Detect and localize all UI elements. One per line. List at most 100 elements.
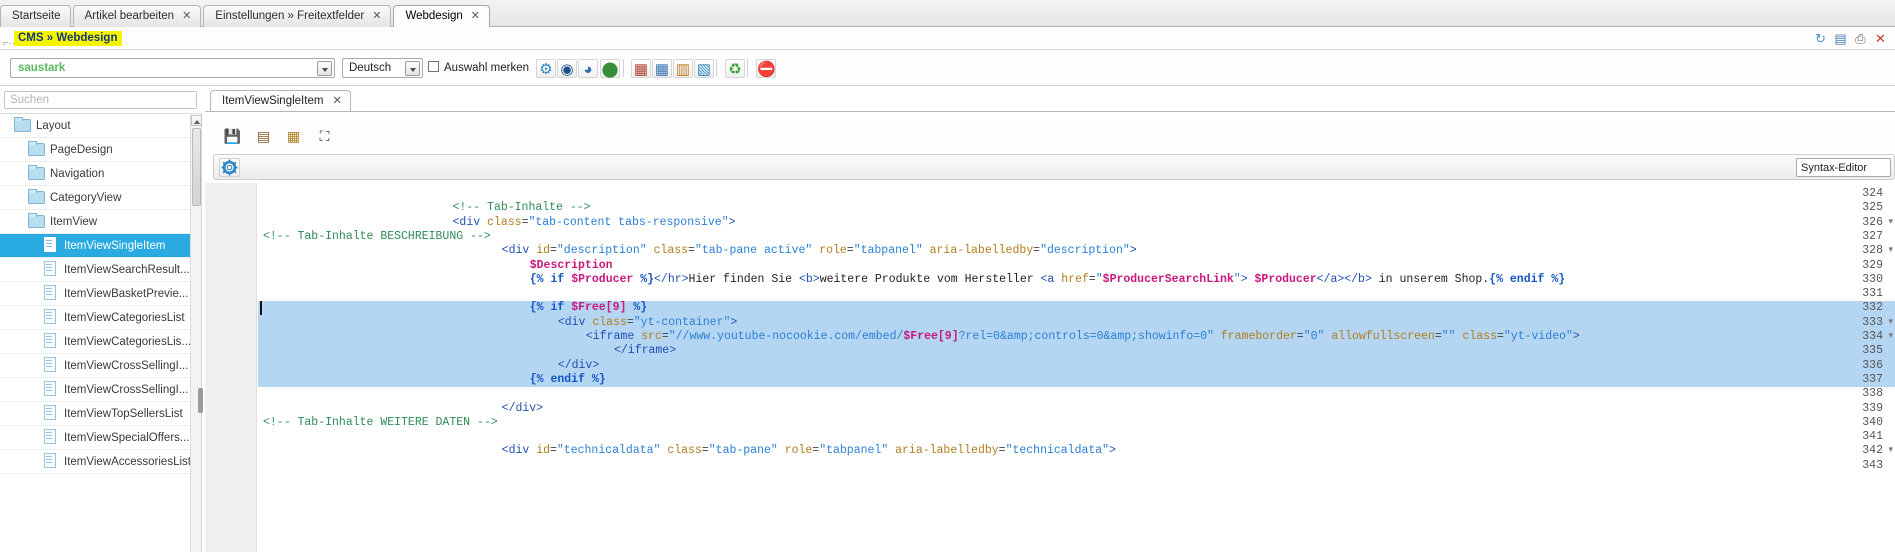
code-token-attr: src (641, 330, 662, 343)
sidebar-item-itemviewsingleitem[interactable]: ItemViewSingleItem (0, 234, 201, 258)
code-fold-toggle-icon[interactable]: ▾ (1888, 244, 1893, 258)
sidebar-item-pagedesign[interactable]: PageDesign (0, 138, 201, 162)
code-line[interactable]: <div class="tab-content tabs-responsive"… (453, 216, 736, 230)
recycle-icon[interactable]: ♻ (725, 59, 745, 78)
close-icon[interactable]: ✕ (471, 6, 480, 27)
editor-tab-itemviewsingleitem[interactable]: ItemViewSingleItem ✕ (210, 90, 352, 112)
block-icon[interactable]: ⛔ (756, 59, 776, 78)
theme-select[interactable]: saustark (10, 58, 335, 78)
code-line[interactable]: <!-- Tab-Inhalte --> (453, 201, 591, 215)
add-box-icon[interactable]: ▥ (673, 59, 693, 78)
code-line[interactable]: <div class="yt-container"> (558, 316, 737, 330)
selection-toolbar: saustark Deutsch Auswahl merken (0, 50, 1895, 86)
print-icon[interactable]: ⎙ (1852, 31, 1869, 47)
add-page-icon[interactable]: ▧ (694, 59, 714, 78)
preview-eye-icon[interactable]: ◉ (557, 59, 577, 78)
sidebar-item-categoryview[interactable]: CategoryView (0, 186, 201, 210)
chevron-down-icon[interactable] (405, 61, 420, 76)
code-fold-toggle-icon[interactable]: ▾ (1888, 444, 1893, 458)
code-fold-toggle-icon[interactable]: ▾ (1888, 216, 1893, 230)
code-line[interactable]: <iframe src="//www.youtube-nocookie.com/… (586, 330, 1580, 344)
settings-gear-icon[interactable]: ⚙ (536, 59, 556, 78)
scrollbar-thumb[interactable] (198, 388, 203, 413)
template-tree[interactable]: Layout PageDesign Navigation CategoryView It… (0, 114, 202, 552)
code-line[interactable]: </div> (558, 359, 599, 373)
code-line[interactable]: {% endif %} (530, 373, 606, 387)
sidebar-item-itemviewcrosssellingi[interactable]: ItemViewCrossSellingI... (0, 378, 201, 402)
add-container-icon[interactable]: ▦ (652, 59, 672, 78)
code-token-kw2: {% (529, 372, 551, 386)
code-editor[interactable]: 324 325 <!-- Tab-Inhalte --> 326 ▾ <div class… (205, 183, 1895, 552)
close-icon[interactable]: ✕ (332, 95, 342, 107)
fullscreen-button[interactable]: ⛶ (314, 126, 335, 146)
scroll-up-button[interactable] (191, 115, 202, 126)
code-token-var: $Producer (571, 272, 634, 286)
code-fold-toggle-icon[interactable]: ▾ (1888, 316, 1893, 330)
toolbar-separator (623, 59, 624, 77)
code-fold-toggle-icon[interactable]: ▾ (1888, 330, 1893, 344)
sidebar-item-itemviewspecialoffers[interactable]: ItemViewSpecialOffers... (0, 426, 201, 450)
refresh-icon[interactable]: ↻ (1812, 31, 1829, 47)
sidebar-item-navigation[interactable]: Navigation (0, 162, 201, 186)
window-icon[interactable]: ▤ (1832, 31, 1849, 47)
chevron-down-icon[interactable] (317, 61, 332, 76)
code-token-kw: endif (550, 372, 585, 386)
globe-export-icon[interactable]: ⬤ (600, 59, 620, 78)
browser-tab-4[interactable]: Webdesign ✕ (393, 5, 491, 27)
sidebar-item-layout[interactable]: Layout (0, 114, 201, 138)
code-line[interactable]: </iframe> (614, 344, 676, 358)
browser-tab-3[interactable]: Einstellungen » Freitextfelder ✕ (203, 5, 392, 27)
sidebar-item-itemviewtopsellerslist[interactable]: ItemViewTopSellersList (0, 402, 201, 426)
code-line[interactable]: <!-- Tab-Inhalte WEITERE DATEN --> (263, 416, 498, 430)
line-number: 327 (1862, 229, 1883, 243)
file-icon (42, 381, 57, 396)
code-token-punct: = (846, 244, 854, 258)
sidebar-item-itemview[interactable]: ItemView (0, 210, 201, 234)
code-line[interactable]: <div id="technicaldata" class="tab-pane"… (502, 444, 1116, 458)
code-line[interactable]: <div id="description" class="tab-pane ac… (502, 244, 1137, 258)
gear-icon[interactable] (219, 158, 240, 177)
code-line[interactable]: $Description (530, 259, 613, 273)
line-number: 336 (1862, 358, 1883, 372)
line-number: 331 (1862, 287, 1883, 301)
language-select[interactable]: Deutsch (342, 58, 423, 78)
sidebar-item-itemviewbasketprevie[interactable]: ItemViewBasketPrevie... (0, 282, 201, 306)
code-token-tag: </a></b> (1316, 272, 1372, 286)
checkbox-box[interactable] (428, 61, 439, 72)
close-icon[interactable]: ✕ (182, 6, 191, 27)
code-token-kw: if (550, 272, 565, 286)
editor-scrollbar[interactable] (198, 183, 205, 552)
code-line[interactable]: {% if $Producer %}</hr>Hier finden Sie <… (530, 273, 1565, 287)
line-number: 329 (1862, 258, 1883, 272)
browser-tab-2[interactable]: Artikel bearbeiten ✕ (72, 5, 202, 27)
save-button[interactable]: 💾 (222, 126, 243, 146)
line-number: 328 (1862, 244, 1883, 258)
code-token-str: "tab-pane" (708, 444, 778, 458)
code-line[interactable]: </div> (502, 402, 543, 416)
code-line[interactable]: {% if $Free[9] %} (530, 301, 647, 315)
code-token-tag: <a (1040, 272, 1062, 286)
sidebar-item-itemviewcategorieslist[interactable]: ItemViewCategoriesList (0, 306, 201, 330)
code-token-kw2: %} (626, 301, 648, 315)
sidebar-item-itemviewaccessorieslist[interactable]: ItemViewAccessoriesList (0, 450, 201, 474)
code-token-str: "yt-video" (1503, 330, 1573, 343)
code-token-txt: in unserem Shop. (1371, 272, 1490, 286)
remember-selection-checkbox[interactable]: Auswahl merken (428, 61, 529, 74)
edit-eye-icon[interactable]: ◕ (578, 59, 598, 78)
code-token-attr: aria-labelledby (929, 244, 1034, 258)
browser-tab-1[interactable]: Startseite (0, 5, 71, 27)
sidebar-item-itemviewcrosssellingi[interactable]: ItemViewCrossSellingI... (0, 354, 201, 378)
copy-button[interactable]: ▤ (253, 126, 274, 146)
close-icon[interactable]: ✕ (372, 6, 381, 27)
code-token-attr: class (487, 215, 522, 229)
code-line[interactable]: <!-- Tab-Inhalte BESCHREIBUNG --> (263, 230, 491, 244)
code-token-attr: allowfullscreen (1331, 330, 1435, 343)
syntax-editor-select[interactable]: Syntax-Editor (1796, 158, 1891, 177)
sidebar-item-itemviewcategorieslis[interactable]: ItemViewCategoriesLis... (0, 330, 201, 354)
close-icon[interactable]: ✕ (1872, 31, 1889, 47)
code-token-tag: </hr> (654, 272, 689, 286)
search-input[interactable]: Suchen (4, 91, 197, 109)
add-template-icon[interactable]: ▦ (631, 59, 651, 78)
sidebar-item-itemviewsearchresult[interactable]: ItemViewSearchResult... (0, 258, 201, 282)
export-button[interactable]: ▦ (283, 126, 304, 146)
